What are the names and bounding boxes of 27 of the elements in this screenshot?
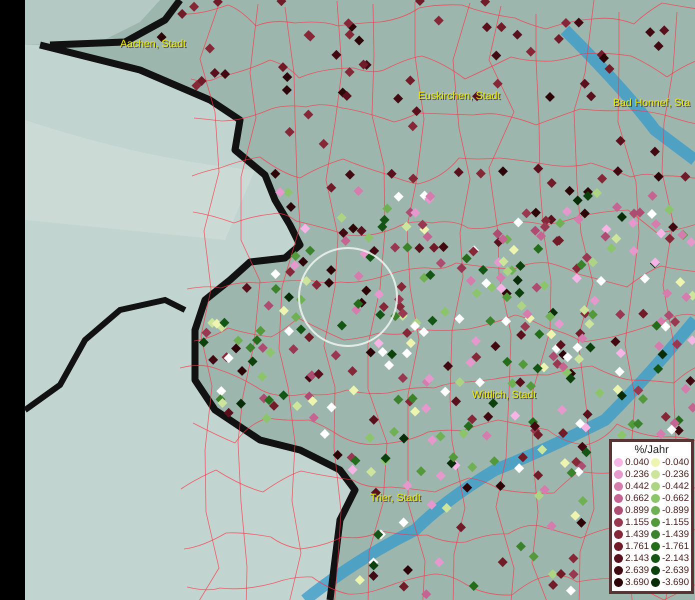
legend-value: -0.899 bbox=[662, 505, 689, 516]
legend-value: 3.690 bbox=[625, 577, 650, 588]
legend-value: 2.639 bbox=[625, 565, 650, 576]
legend-value: -1.761 bbox=[662, 541, 689, 552]
legend-value: -3.690 bbox=[662, 577, 689, 588]
legend-value: -1.155 bbox=[662, 517, 689, 528]
place-label: Aachen, Stadt bbox=[120, 38, 186, 50]
legend-value: 0.040 bbox=[625, 457, 650, 468]
legend-value: -2.143 bbox=[662, 553, 689, 564]
legend-value: -1.439 bbox=[662, 529, 689, 540]
place-label: Wittlich, Stadt bbox=[472, 389, 536, 401]
legend-value: -0.662 bbox=[662, 493, 689, 504]
legend-value: 2.143 bbox=[625, 553, 650, 564]
legend-value: -0.442 bbox=[662, 481, 689, 492]
legend-value: 1.155 bbox=[625, 517, 650, 528]
legend-value: -2.639 bbox=[662, 565, 689, 576]
legend-value: 0.662 bbox=[625, 493, 650, 504]
legend-value: 1.761 bbox=[625, 541, 650, 552]
legend-value: -0.040 bbox=[662, 457, 689, 468]
place-label: Trier, Stadt bbox=[370, 492, 421, 504]
legend-value: 0.442 bbox=[625, 481, 650, 492]
legend-title: %/Jahr bbox=[634, 444, 670, 457]
legend-value: 0.899 bbox=[625, 505, 650, 516]
legend-value: -0.236 bbox=[662, 469, 689, 480]
legend-value: 1.439 bbox=[625, 529, 650, 540]
place-label: Bad Honnef, Sta bbox=[613, 97, 690, 109]
legend-value: 0.236 bbox=[625, 469, 650, 480]
